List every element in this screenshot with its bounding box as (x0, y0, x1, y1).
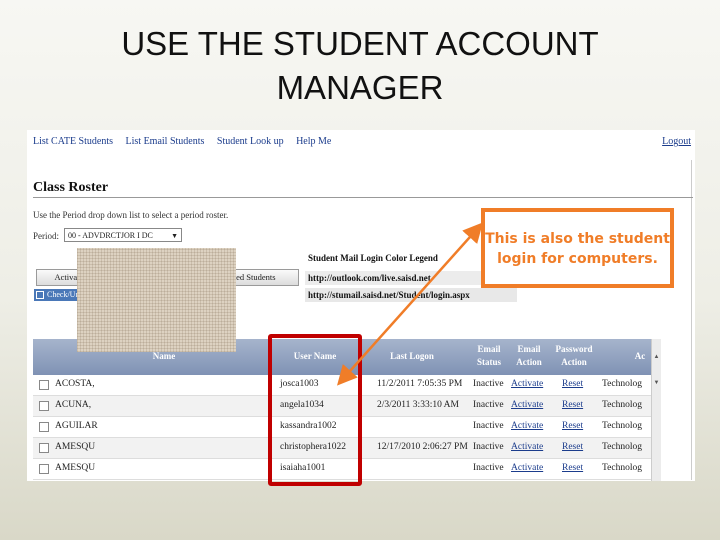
header-email-action-1: Email (517, 344, 541, 354)
cell-extra: Technolog (602, 442, 642, 452)
cell-extra: Technolog (602, 421, 642, 431)
cell-last-logon: 2/3/2011 3:33:10 AM (377, 400, 459, 410)
period-select[interactable]: 00 - ADVDRCTJOR I DC ▼ (64, 228, 182, 242)
top-nav: List CATE Students List Email Students S… (33, 136, 341, 147)
reset-link[interactable]: Reset (562, 442, 583, 452)
username-column-highlight (268, 334, 362, 486)
cell-email-status: Inactive (473, 400, 504, 410)
row-checkbox[interactable] (39, 443, 49, 453)
activate-link[interactable]: Activate (511, 379, 543, 389)
slide-title-line-1: USE THE STUDENT ACCOUNT (121, 25, 599, 62)
cell-email-status: Inactive (473, 442, 504, 452)
logout-link[interactable]: Logout (662, 136, 691, 147)
reset-link[interactable]: Reset (562, 379, 583, 389)
header-email-action-2: Action (516, 357, 542, 367)
reset-link[interactable]: Reset (562, 421, 583, 431)
callout-box: This is also the student login for compu… (481, 208, 674, 288)
row-checkbox[interactable] (39, 380, 49, 390)
header-email-status-1: Email (477, 344, 501, 354)
row-checkbox[interactable] (39, 464, 49, 474)
activate-link[interactable]: Activate (511, 400, 543, 410)
checkbox-icon (36, 291, 44, 300)
activate-link[interactable]: Activate (511, 463, 543, 473)
nav-student-lookup[interactable]: Student Look up (217, 136, 284, 147)
cell-email-status: Inactive (473, 463, 504, 473)
header-last-logon[interactable]: Last Logon (377, 351, 447, 361)
cell-name: ACUNA, (55, 400, 92, 410)
cell-extra: Technolog (602, 379, 642, 389)
table-scrollbar[interactable]: ▲ ▼ (651, 339, 661, 481)
cell-email-status: Inactive (473, 379, 504, 389)
slide-title-line-2: MANAGER (276, 69, 444, 106)
redacted-names-overlay (77, 248, 236, 352)
nav-list-cate-students[interactable]: List CATE Students (33, 136, 113, 147)
page-title: Class Roster (33, 180, 109, 195)
scroll-down-icon[interactable]: ▼ (652, 379, 661, 388)
cell-email-status: Inactive (473, 421, 504, 431)
cell-name: AGUILAR (55, 421, 98, 431)
row-checkbox[interactable] (39, 401, 49, 411)
divider (691, 160, 692, 480)
period-select-value: 00 - ADVDRCTJOR I DC (68, 231, 153, 240)
callout-line-1: This is also the student (485, 231, 670, 247)
activate-link[interactable]: Activate (511, 421, 543, 431)
reset-link[interactable]: Reset (562, 400, 583, 410)
chevron-down-icon: ▼ (171, 232, 178, 240)
callout-line-2: login for computers. (497, 251, 658, 267)
title-divider (33, 197, 693, 198)
cell-last-logon: 12/17/2010 2:06:27 PM (377, 442, 468, 452)
cell-last-logon: 11/2/2011 7:05:35 PM (377, 379, 463, 389)
header-password-action-1: Password (555, 344, 593, 354)
header-name[interactable]: Name (129, 351, 199, 361)
slide-title: USE THE STUDENT ACCOUNT MANAGER (0, 22, 720, 110)
row-checkbox[interactable] (39, 422, 49, 432)
reset-link[interactable]: Reset (562, 463, 583, 473)
instructions-text: Use the Period drop down list to select … (33, 210, 229, 220)
nav-list-email-students[interactable]: List Email Students (126, 136, 205, 147)
cell-extra: Technolog (602, 400, 642, 410)
legend-url-stumail: http://stumail.saisd.net/Student/login.a… (305, 288, 517, 302)
cell-name: AMESQU (55, 463, 96, 473)
header-email-status-2: Status (476, 357, 501, 367)
header-extra: Ac (634, 351, 646, 361)
scroll-up-icon[interactable]: ▲ (652, 353, 661, 362)
nav-help-me[interactable]: Help Me (296, 136, 331, 147)
period-label: Period: (33, 231, 59, 241)
legend-title: Student Mail Login Color Legend (308, 253, 438, 263)
cell-name: ACOSTA, (55, 379, 95, 389)
cell-name: AMESQU (55, 442, 96, 452)
activate-link[interactable]: Activate (511, 442, 543, 452)
header-password-action-2: Action (561, 357, 587, 367)
cell-extra: Technolog (602, 463, 642, 473)
